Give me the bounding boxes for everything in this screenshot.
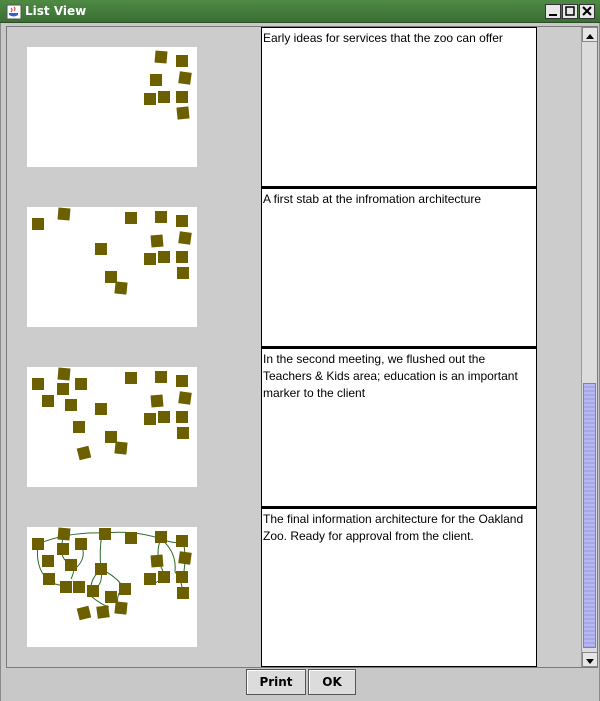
list-item[interactable]: A first stab at the infromation architec…: [7, 187, 582, 347]
row-caption[interactable]: Early ideas for services that the zoo ca…: [261, 27, 537, 187]
maximize-button[interactable]: [562, 4, 578, 19]
close-button[interactable]: [579, 4, 595, 19]
scroll-up-arrow-icon[interactable]: [582, 27, 597, 42]
window-content: Early ideas for services that the zoo ca…: [0, 23, 600, 701]
notes-sketch-2: [32, 207, 192, 295]
notes-sketch-4: [32, 527, 192, 621]
list-item[interactable]: The final information architecture for t…: [7, 507, 582, 667]
list-item[interactable]: In the second meeting, we flushed out th…: [7, 347, 582, 507]
row-caption[interactable]: A first stab at the infromation architec…: [261, 187, 537, 347]
minimize-button[interactable]: [545, 4, 561, 19]
window-title: List View: [25, 4, 87, 18]
scroll-down-arrow-icon[interactable]: [582, 652, 597, 667]
java-app-icon: [6, 4, 22, 20]
sketch-thumbnail[interactable]: [27, 367, 197, 487]
sketch-thumbnail[interactable]: [27, 527, 197, 647]
list-item[interactable]: Early ideas for services that the zoo ca…: [7, 27, 582, 187]
sketch-thumbnail[interactable]: [27, 207, 197, 327]
title-bar[interactable]: List View: [0, 0, 600, 23]
list-scroll-pane[interactable]: Early ideas for services that the zoo ca…: [6, 26, 598, 668]
button-bar: Print OK: [1, 669, 600, 699]
vertical-scrollbar[interactable]: [581, 27, 597, 667]
row-caption[interactable]: The final information architecture for t…: [261, 507, 537, 667]
row-caption[interactable]: In the second meeting, we flushed out th…: [261, 347, 537, 507]
notes-sketch-3: [32, 367, 192, 461]
ok-button[interactable]: OK: [308, 669, 356, 695]
print-button[interactable]: Print: [246, 669, 306, 695]
sketch-thumbnail[interactable]: [27, 47, 197, 167]
scrollbar-thumb[interactable]: [583, 383, 596, 648]
notes-sketch-1: [144, 50, 192, 120]
